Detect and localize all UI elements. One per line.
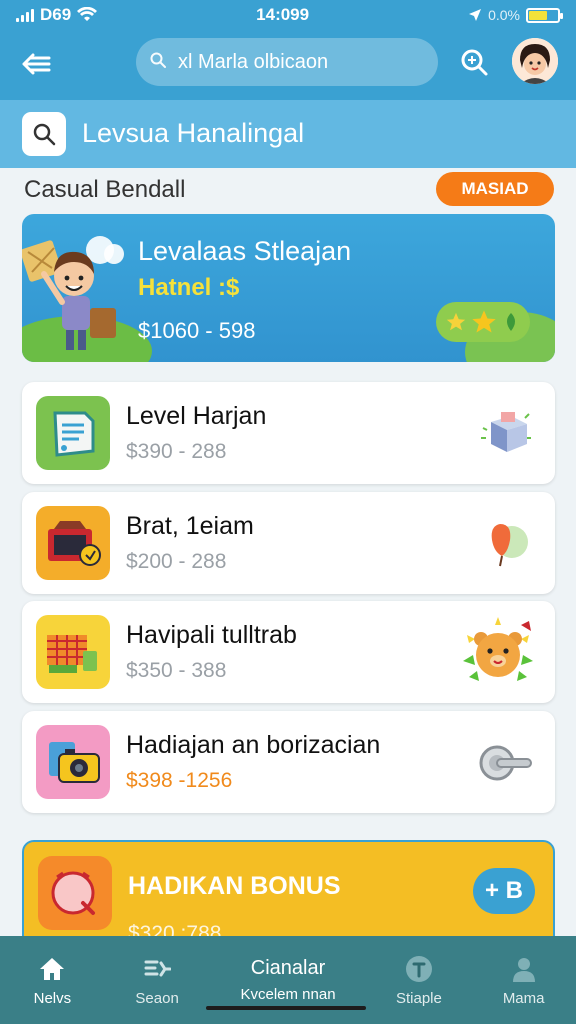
page-title: Levsua Hanalingal [82,118,305,148]
item-price: $350 - 388 [126,659,227,682]
nav-label: Mama [502,989,545,1007]
nav-item-center[interactable]: Cianalar Kvcelem nnan [209,936,366,1024]
market-app-icon [36,615,110,689]
status-bar: D69 14:099 0.0% [0,0,576,30]
door-handle-icon [475,733,537,791]
search-icon [461,49,488,76]
camera-app-icon [36,725,110,799]
leaf-icon [507,313,515,331]
item-name: Havipali tulltrab [126,621,297,649]
search-icon [33,123,56,146]
search-text: xl Marla olbicaon [178,50,329,73]
nav-item-profile[interactable]: Mama [471,936,576,1024]
nav-item-staple[interactable]: Stiaple [367,936,472,1024]
item-name: Level Harjan [126,402,267,430]
title-band: Levsua Hanalingal [0,100,576,168]
user-avatar-icon [512,38,558,84]
featured-subtitle: Hatnel :$ [138,274,240,301]
nav-item-home[interactable]: Nelvs [0,936,105,1024]
battery-percent: 0.0% [488,7,520,23]
section-badge-button[interactable]: MASIAD [436,172,554,206]
balloon-icon [475,514,537,572]
bonus-title: HADIKAN BONUS [128,872,341,900]
toolbox-app-icon [36,506,110,580]
featured-price: $1060 - 598 [138,318,256,343]
search-button[interactable] [454,42,494,82]
carrier-label: D69 [40,5,72,24]
tag-circle-icon [404,954,434,984]
nav-label: Nelvs [33,989,72,1007]
star-icon [446,312,466,331]
location-arrow-icon [469,9,482,21]
list-item[interactable]: Havipali tulltrab $350 - 388 [22,601,555,703]
list-item[interactable]: Level Harjan $390 - 288 [22,382,555,484]
back-arrow-icon [22,53,51,75]
signal-icon [16,8,34,22]
star-icon [472,310,496,333]
item-price: $398 -1256 [126,769,233,792]
back-button[interactable] [16,44,56,84]
item-name: Brat, 1eiam [126,512,254,540]
app-bar: xl Marla olbicaon [0,30,576,100]
item-name: Hadiajan an borizacian [126,731,381,759]
person-icon [509,954,539,984]
status-time: 14:099 [256,5,310,24]
search-icon [150,52,166,73]
status-right: 0.0% [468,7,563,23]
document-app-icon [36,396,110,470]
item-price: $200 - 288 [126,550,227,573]
search-field[interactable]: xl Marla olbicaon [136,38,438,86]
featured-title: Levalaas Stleajan [138,236,352,266]
home-icon [37,954,67,984]
bear-mascot-icon [459,615,537,691]
bottom-nav: Nelvs Seaon Cianalar Kvcelem nnan Stiapl… [0,936,576,1024]
nav-center-title: Cianalar [250,957,326,979]
status-left: D69 [16,5,98,25]
nav-label: Seaon [135,989,179,1007]
battery-icon [525,7,563,23]
nav-item-search[interactable]: Seaon [105,936,210,1024]
wifi-icon [77,7,98,21]
stars-badge [436,302,530,342]
bonus-action-button[interactable]: + B [473,868,535,914]
filter-icon [142,954,172,984]
kid-character-icon [22,236,124,350]
list-item[interactable]: Brat, 1eiam $200 - 288 [22,492,555,594]
featured-card[interactable]: Levalaas Stleajan Hatnel :$ $1060 - 598 [22,214,555,362]
list-item[interactable]: Hadiajan an borizacian $398 -1256 [22,711,555,813]
avatar[interactable] [512,38,558,84]
bonus-icon [38,856,112,930]
title-search-button[interactable] [22,112,66,156]
section-title: Casual Bendall [24,176,186,203]
item-price: $390 - 288 [126,440,227,463]
nav-label: Stiaple [395,989,442,1007]
home-indicator [206,1006,366,1010]
box-illustration-icon [475,404,537,462]
nav-center-subtitle: Kvcelem nnan [240,986,336,1003]
